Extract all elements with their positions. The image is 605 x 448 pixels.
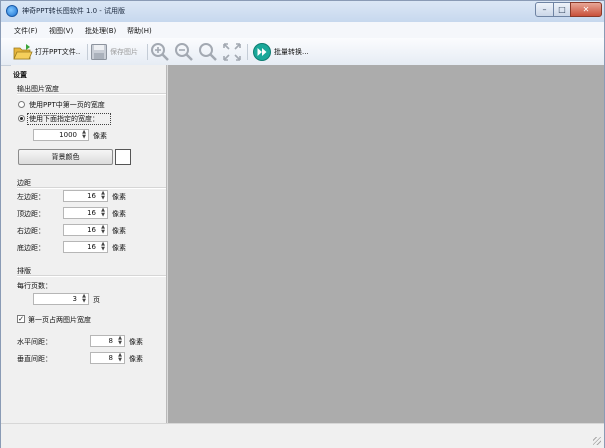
save-icon bbox=[90, 43, 108, 61]
radio-first-page-width-label[interactable]: 使用PPT中第一页的宽度 bbox=[29, 100, 105, 110]
margin-left-value: 16 bbox=[87, 192, 96, 200]
fit-window-button[interactable] bbox=[222, 42, 242, 62]
pages-per-row-label: 每行页数： bbox=[17, 282, 52, 290]
width-unit: 像素 bbox=[93, 132, 107, 140]
spinner-arrows-icon[interactable]: ▲ ▼ bbox=[101, 208, 105, 218]
pages-per-row-spinner[interactable]: 3 ▲ ▼ bbox=[33, 293, 89, 305]
status-bar bbox=[1, 423, 604, 448]
width-value: 1000 bbox=[59, 131, 77, 139]
maximize-button[interactable]: □ bbox=[553, 2, 571, 17]
menu-file[interactable]: 文件(F) bbox=[14, 26, 38, 36]
zoom-in-icon bbox=[150, 42, 170, 62]
settings-title: 设置 bbox=[13, 71, 27, 79]
margin-bottom-spinner[interactable]: 16 ▲ ▼ bbox=[63, 241, 108, 253]
margin-top-value: 16 bbox=[87, 209, 96, 217]
save-image-label: 保存图片 bbox=[110, 48, 138, 56]
margin-right-spinner[interactable]: 16 ▲ ▼ bbox=[63, 224, 108, 236]
app-window: 神奇PPT转长图软件 1.0 - 试用版 – □ ✕ 文件(F) 视图(V) 批… bbox=[0, 0, 605, 448]
h-gap-value: 8 bbox=[108, 337, 113, 345]
v-gap-unit: 像素 bbox=[129, 355, 143, 363]
spinner-arrows-icon[interactable]: ▲ ▼ bbox=[118, 336, 122, 346]
toolbar: 打开PPT文件.. 保存图片 批量转换... bbox=[1, 38, 604, 66]
h-gap-unit: 像素 bbox=[129, 338, 143, 346]
margin-right-value: 16 bbox=[87, 226, 96, 234]
settings-header: 设置 bbox=[11, 68, 166, 79]
toolbar-separator bbox=[247, 44, 248, 60]
menu-batch[interactable]: 批处理(B) bbox=[85, 26, 116, 36]
margin-top-unit: 像素 bbox=[112, 210, 126, 218]
v-gap-label: 垂直间距： bbox=[17, 355, 52, 363]
radio-first-page-width[interactable] bbox=[18, 101, 25, 108]
h-gap-label: 水平间距： bbox=[17, 338, 52, 346]
zoom-in-button[interactable] bbox=[150, 42, 170, 62]
title-bar: 神奇PPT转长图软件 1.0 - 试用版 – □ ✕ bbox=[1, 1, 604, 22]
background-color-swatch[interactable] bbox=[115, 149, 131, 165]
background-color-button[interactable]: 背景颜色 bbox=[18, 149, 113, 165]
settings-panel: 设置 输出图片宽度 使用PPT中第一页的宽度 使用下面指定的宽度： 1000 ▲… bbox=[11, 65, 168, 423]
spinner-arrows-icon[interactable]: ▲ ▼ bbox=[82, 294, 86, 304]
width-spinner[interactable]: 1000 ▲ ▼ bbox=[33, 129, 89, 141]
menu-view[interactable]: 视图(V) bbox=[49, 26, 73, 36]
v-gap-value: 8 bbox=[108, 354, 113, 362]
save-image-button[interactable]: 保存图片 bbox=[90, 42, 138, 62]
window-title: 神奇PPT转长图软件 1.0 - 试用版 bbox=[22, 7, 126, 15]
spinner-arrows-icon[interactable]: ▲ ▼ bbox=[82, 130, 86, 140]
margin-bottom-label: 底边距： bbox=[17, 244, 45, 252]
preview-area[interactable] bbox=[168, 65, 604, 423]
toolbar-separator bbox=[147, 44, 148, 60]
batch-convert-button[interactable]: 批量转换... bbox=[252, 42, 309, 62]
margin-left-unit: 像素 bbox=[112, 193, 126, 201]
zoom-reset-button[interactable] bbox=[198, 42, 218, 62]
spinner-arrows-icon[interactable]: ▲ ▼ bbox=[101, 225, 105, 235]
menu-help[interactable]: 帮助(H) bbox=[127, 26, 152, 36]
open-ppt-label: 打开PPT文件.. bbox=[35, 48, 81, 56]
zoom-out-icon bbox=[174, 42, 194, 62]
h-gap-spinner[interactable]: 8 ▲ ▼ bbox=[90, 335, 125, 347]
spinner-arrows-icon[interactable]: ▲ ▼ bbox=[101, 242, 105, 252]
zoom-out-button[interactable] bbox=[174, 42, 194, 62]
radio-custom-width-label[interactable]: 使用下面指定的宽度： bbox=[29, 114, 99, 124]
margin-top-label: 顶边距： bbox=[17, 210, 45, 218]
first-page-double-width-checkbox[interactable]: ✓ bbox=[17, 315, 25, 323]
width-group-divider bbox=[17, 93, 168, 95]
margin-bottom-value: 16 bbox=[87, 243, 96, 251]
folder-open-icon bbox=[13, 43, 33, 61]
margin-group-divider bbox=[17, 187, 168, 189]
radio-custom-width[interactable] bbox=[18, 115, 25, 122]
spinner-arrows-icon[interactable]: ▲ ▼ bbox=[118, 353, 122, 363]
open-ppt-button[interactable]: 打开PPT文件.. bbox=[13, 42, 80, 62]
margin-left-label: 左边距： bbox=[17, 193, 45, 201]
margin-top-spinner[interactable]: 16 ▲ ▼ bbox=[63, 207, 108, 219]
close-button[interactable]: ✕ bbox=[570, 2, 602, 17]
menu-bar: 文件(F) 视图(V) 批处理(B) 帮助(H) bbox=[1, 22, 604, 38]
margin-right-unit: 像素 bbox=[112, 227, 126, 235]
batch-convert-label: 批量转换... bbox=[274, 48, 309, 56]
spinner-arrows-icon[interactable]: ▲ ▼ bbox=[101, 191, 105, 201]
margin-bottom-unit: 像素 bbox=[112, 244, 126, 252]
v-gap-spinner[interactable]: 8 ▲ ▼ bbox=[90, 352, 125, 364]
margin-right-label: 右边距： bbox=[17, 227, 45, 235]
first-page-double-width-label[interactable]: 第一页占两图片宽度 bbox=[28, 315, 91, 325]
app-icon bbox=[6, 5, 18, 17]
batch-convert-icon bbox=[252, 42, 272, 62]
fit-icon bbox=[222, 42, 242, 62]
minimize-button[interactable]: – bbox=[535, 2, 554, 17]
pages-unit: 页 bbox=[93, 296, 100, 304]
layout-group-divider bbox=[17, 275, 168, 277]
zoom-reset-icon bbox=[198, 42, 218, 62]
margin-left-spinner[interactable]: 16 ▲ ▼ bbox=[63, 190, 108, 202]
pages-per-row-value: 3 bbox=[72, 295, 77, 303]
resize-grip-icon[interactable] bbox=[593, 437, 601, 445]
toolbar-separator bbox=[87, 44, 88, 60]
